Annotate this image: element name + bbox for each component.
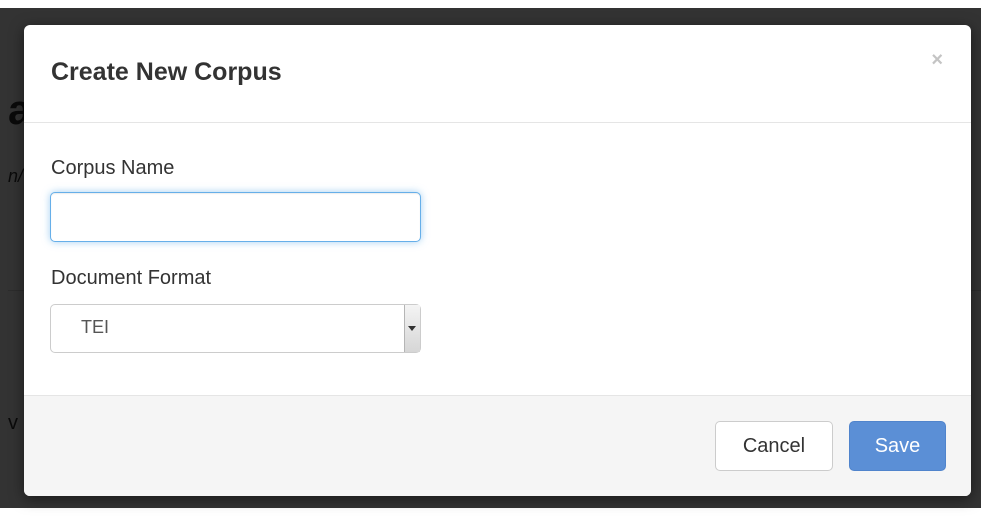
page-frame-bottom — [0, 508, 981, 516]
create-corpus-modal: Create New Corpus × Corpus Name Document… — [24, 25, 971, 496]
document-format-label: Document Format — [51, 267, 212, 289]
document-format-select[interactable]: TEI — [50, 304, 421, 353]
modal-header: Create New Corpus × — [24, 25, 971, 123]
chevron-down-icon[interactable] — [404, 305, 420, 352]
save-button[interactable]: Save — [849, 421, 946, 471]
corpus-name-input[interactable] — [50, 192, 421, 242]
page-frame-top — [0, 0, 981, 8]
modal-footer: Cancel Save — [24, 395, 971, 496]
modal-title: Create New Corpus — [51, 58, 282, 86]
close-icon[interactable]: × — [931, 50, 943, 70]
cancel-button[interactable]: Cancel — [715, 421, 833, 471]
corpus-name-label: Corpus Name — [51, 157, 175, 179]
modal-body: Corpus Name Document Format TEI — [24, 124, 971, 395]
document-format-selected-value: TEI — [81, 317, 110, 337]
